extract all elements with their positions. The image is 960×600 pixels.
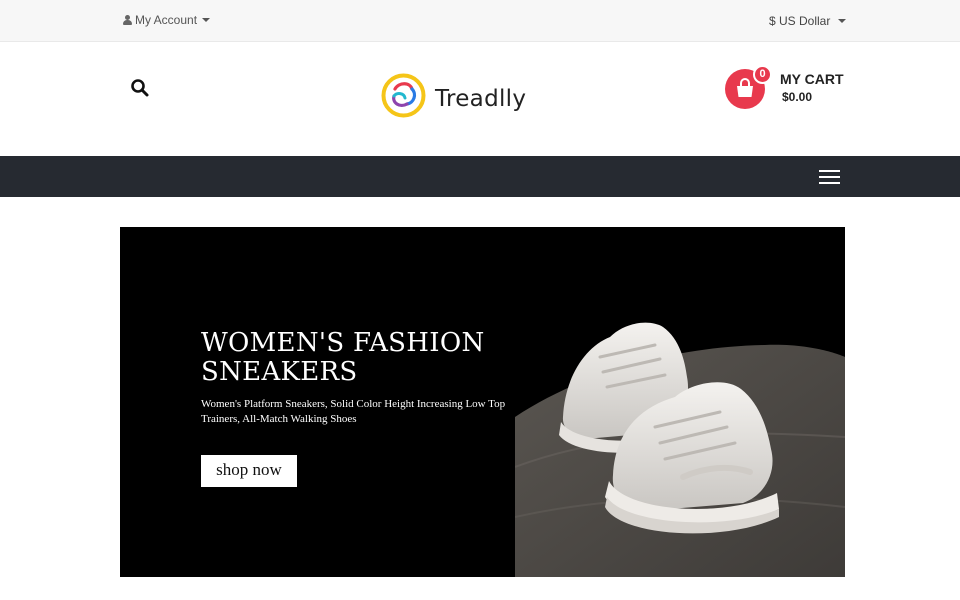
hamburger-menu-button[interactable] (819, 169, 840, 185)
banner-description: Women's Platform Sneakers, Solid Color H… (201, 398, 506, 425)
top-bar: My Account $ US Dollar (0, 0, 960, 42)
caret-down-icon (838, 19, 847, 23)
shop-now-button[interactable]: shop now (201, 455, 297, 487)
search-icon (131, 79, 149, 97)
mini-cart[interactable]: 0 MY CART $0.00 (724, 65, 844, 112)
my-account-label: My Account (135, 13, 198, 27)
logo-mark-icon (381, 73, 426, 118)
cart-total: $0.00 (782, 90, 813, 104)
cart-label: MY CART (780, 71, 844, 87)
my-account-dropdown[interactable]: My Account (123, 13, 211, 27)
currency-label: $ US Dollar (769, 14, 831, 28)
logo-text: Treadlly (435, 85, 527, 112)
caret-down-icon (202, 18, 211, 22)
hamburger-line (819, 182, 840, 184)
cart-count-badge: 0 (753, 65, 772, 84)
site-header: Treadlly 0 MY CART $0.00 (0, 42, 960, 156)
user-icon (123, 15, 132, 25)
search-button[interactable] (130, 78, 150, 98)
hamburger-menu-icon (819, 170, 840, 172)
main-navbar (0, 156, 960, 197)
hamburger-line (819, 176, 840, 178)
currency-dropdown[interactable]: $ US Dollar (769, 14, 847, 28)
sneakers-image (515, 322, 845, 577)
hero-banner[interactable]: WOMEN'S FASHION SNEAKERS Women's Platfor… (120, 227, 845, 577)
banner-title: WOMEN'S FASHION SNEAKERS (201, 328, 485, 387)
site-logo[interactable]: Treadlly (381, 73, 526, 118)
